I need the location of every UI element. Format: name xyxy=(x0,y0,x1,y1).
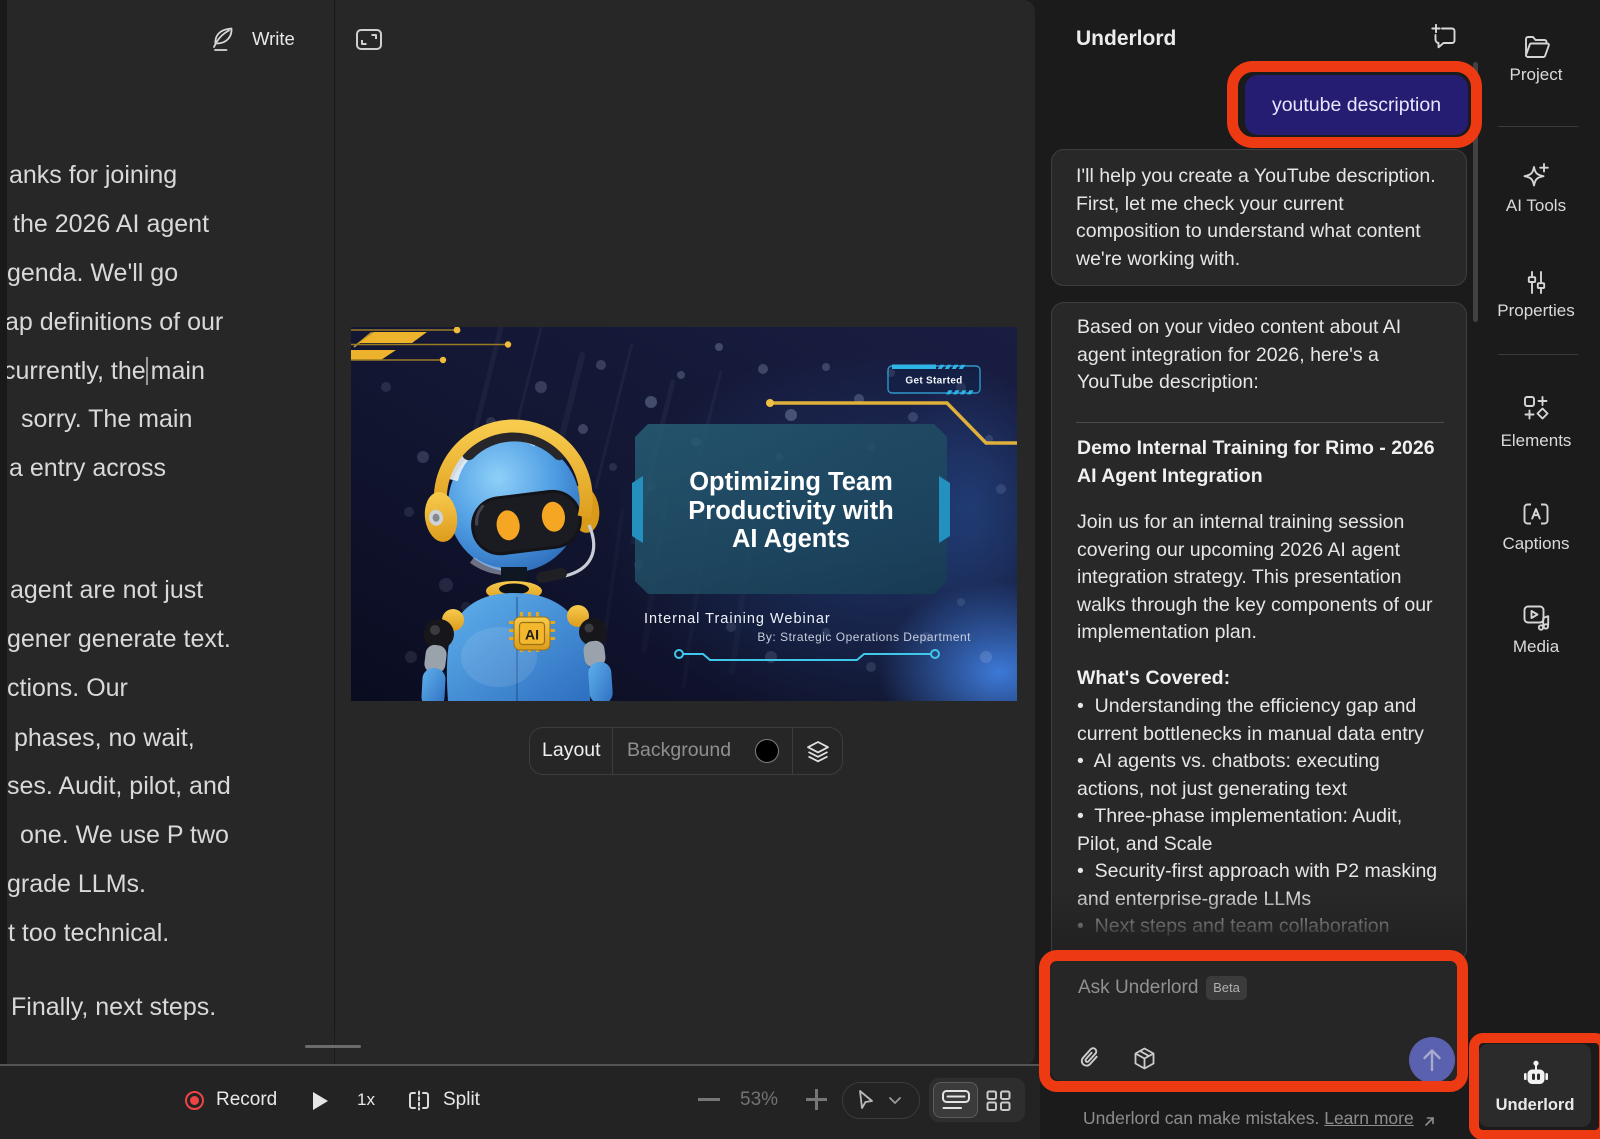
svg-text:AI Agents: AI Agents xyxy=(732,525,850,553)
svg-text:Optimizing Team: Optimizing Team xyxy=(689,468,893,496)
svg-text:Internal Training Webinar: Internal Training Webinar xyxy=(644,611,831,627)
svg-text:AI: AI xyxy=(525,627,539,643)
svg-text:By: Strategic Operations Depar: By: Strategic Operations Department xyxy=(757,630,971,644)
svg-text:Get Started: Get Started xyxy=(905,376,962,387)
svg-text:Productivity with: Productivity with xyxy=(688,497,893,525)
